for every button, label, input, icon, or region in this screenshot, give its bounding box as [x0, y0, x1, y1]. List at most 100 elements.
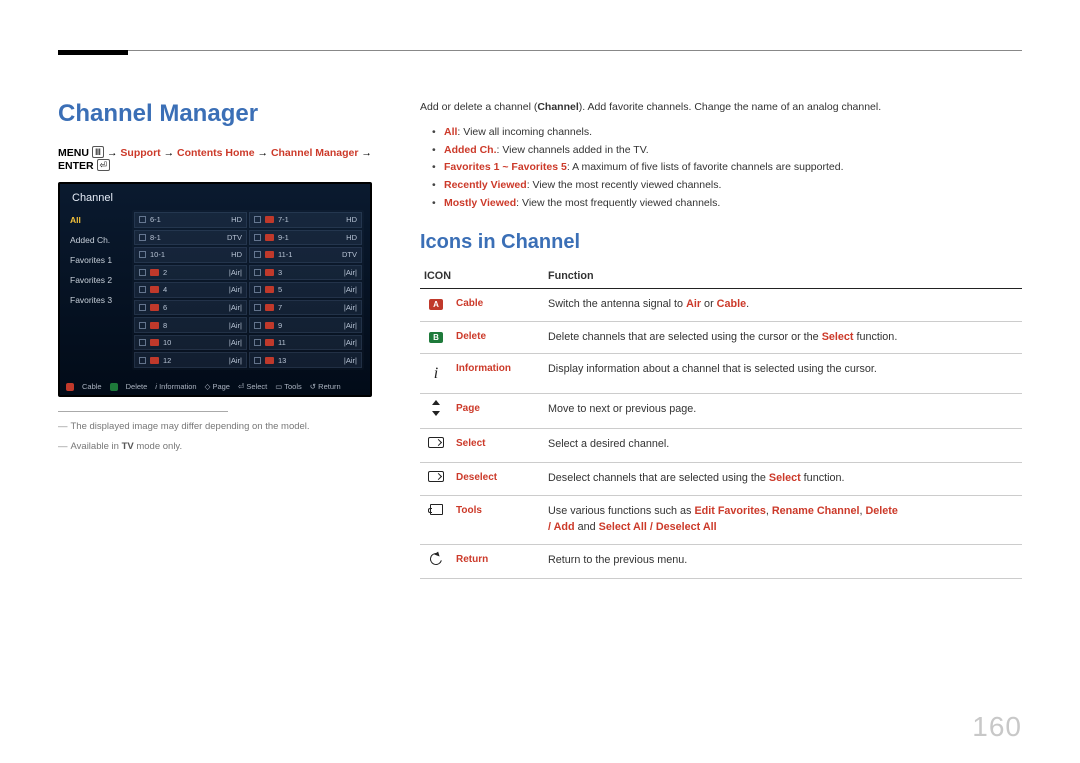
row-label: Select — [452, 429, 544, 463]
tv-header: Channel — [66, 190, 364, 210]
tv-channel-cell: 9-1HD — [249, 230, 362, 246]
subheading: Icons in Channel — [420, 231, 1022, 254]
table-row: A Cable Switch the antenna signal to Air… — [420, 288, 1022, 321]
footer-return: ↺ Return — [310, 382, 341, 391]
menu-icon: Ⅲ — [92, 146, 104, 158]
row-label: Tools — [452, 496, 544, 544]
row-label: Information — [452, 354, 544, 394]
table-row: Tools Use various functions such as Edit… — [420, 496, 1022, 544]
row-desc: Display information about a channel that… — [544, 354, 1022, 394]
page-icon — [420, 394, 452, 429]
tv-channel-cell: 12|Air| — [134, 352, 247, 368]
tv-channel-cell: 4|Air| — [134, 282, 247, 298]
row-label: Page — [452, 394, 544, 429]
arrow: → — [361, 147, 372, 159]
tv-side-fav3: Favorites 3 — [66, 290, 126, 310]
footer-cable: Cable — [82, 382, 102, 391]
tv-side-added: Added Ch. — [66, 230, 126, 250]
row-desc: Use various functions such as Edit Favor… — [544, 496, 1022, 544]
row-label: Return — [452, 544, 544, 579]
bullet-item: All: View all incoming channels. — [432, 124, 1022, 142]
footer-page: ◇ Page — [205, 382, 230, 391]
b-button-icon: B — [420, 321, 452, 354]
bullet-item: Added Ch.: View channels added in the TV… — [432, 142, 1022, 160]
tv-channel-cell: 6|Air| — [134, 300, 247, 316]
intro-text: Add or delete a channel (Channel). Add f… — [420, 100, 1022, 116]
row-desc: Delete channels that are selected using … — [544, 321, 1022, 354]
bullet-item: Recently Viewed: View the most recently … — [432, 177, 1022, 195]
tv-channel-cell: 11|Air| — [249, 335, 362, 351]
menu-label: MENU — [58, 147, 89, 159]
tv-channel-cell: 11-1DTV — [249, 247, 362, 263]
enter-label: ENTER — [58, 160, 94, 172]
tv-channel-cell: 2|Air| — [134, 265, 247, 281]
row-label: Cable — [452, 288, 544, 321]
tv-channel-cell: 7|Air| — [249, 300, 362, 316]
bc-channel-manager: Channel Manager — [271, 147, 359, 159]
bullet-item: Mostly Viewed: View the most frequently … — [432, 195, 1022, 213]
deselect-icon — [420, 462, 452, 496]
row-label: Deselect — [452, 462, 544, 496]
arrow: → — [164, 147, 175, 159]
footnote-2: ―Available in TV mode only. — [58, 440, 378, 454]
a-icon — [66, 383, 74, 391]
a-button-icon: A — [420, 288, 452, 321]
tv-channel-grid: 6-1HD7-1HD8-1DTV9-1HD10-1HD11-1DTV2|Air|… — [132, 210, 364, 370]
tv-channel-cell: 8|Air| — [134, 317, 247, 333]
enter-icon: ⏎ — [97, 159, 111, 171]
table-row: Deselect Deselect channels that are sele… — [420, 462, 1022, 496]
table-row: i Information Display information about … — [420, 354, 1022, 394]
b-icon — [110, 383, 118, 391]
footer-info: i Information — [155, 382, 196, 391]
th-icon: ICON — [420, 264, 544, 289]
table-row: Return Return to the previous menu. — [420, 544, 1022, 579]
bc-contents-home: Contents Home — [177, 147, 255, 159]
section-tab — [58, 50, 128, 55]
tv-channel-cell: 6-1HD — [134, 212, 247, 228]
tv-sidebar: All Added Ch. Favorites 1 Favorites 2 Fa… — [66, 210, 126, 370]
table-row: B Delete Delete channels that are select… — [420, 321, 1022, 354]
row-desc: Switch the antenna signal to Air or Cabl… — [544, 288, 1022, 321]
footer-select: ⏎ Select — [238, 382, 267, 391]
breadcrumb: MENU Ⅲ → Support → Contents Home → Chann… — [58, 146, 378, 172]
bullet-item: Favorites 1 ~ Favorites 5: A maximum of … — [432, 159, 1022, 177]
tv-channel-cell: 7-1HD — [249, 212, 362, 228]
footer-delete: Delete — [126, 382, 148, 391]
tools-icon — [420, 496, 452, 544]
tv-channel-cell: 8-1DTV — [134, 230, 247, 246]
icons-table: ICON Function A Cable Switch the antenna… — [420, 264, 1022, 579]
arrow: → — [258, 147, 269, 159]
row-desc: Select a desired channel. — [544, 429, 1022, 463]
bc-support: Support — [120, 147, 160, 159]
tv-channel-cell: 5|Air| — [249, 282, 362, 298]
tv-footer: Cable Delete i Information ◇ Page ⏎ Sele… — [66, 382, 364, 391]
tv-channel-cell: 10-1HD — [134, 247, 247, 263]
row-desc: Deselect channels that are selected usin… — [544, 462, 1022, 496]
table-header-row: ICON Function — [420, 264, 1022, 289]
table-row: Page Move to next or previous page. — [420, 394, 1022, 429]
tv-channel-cell: 13|Air| — [249, 352, 362, 368]
tv-side-all: All — [66, 210, 126, 230]
bullet-list: All: View all incoming channels.Added Ch… — [432, 124, 1022, 213]
arrow: → — [107, 147, 118, 159]
tv-side-fav2: Favorites 2 — [66, 270, 126, 290]
footnote-1: ―The displayed image may differ dependin… — [58, 420, 378, 434]
tv-channel-cell: 3|Air| — [249, 265, 362, 281]
row-desc: Move to next or previous page. — [544, 394, 1022, 429]
top-rule — [58, 50, 1022, 51]
footnote-rule — [58, 411, 228, 412]
row-label: Delete — [452, 321, 544, 354]
table-row: Select Select a desired channel. — [420, 429, 1022, 463]
row-desc: Return to the previous menu. — [544, 544, 1022, 579]
select-icon — [420, 429, 452, 463]
tv-channel-cell: 9|Air| — [249, 317, 362, 333]
tv-screenshot: Channel All Added Ch. Favorites 1 Favori… — [58, 182, 372, 397]
return-icon — [420, 544, 452, 579]
page-title: Channel Manager — [58, 100, 378, 128]
info-icon: i — [420, 354, 452, 394]
page-number: 160 — [972, 711, 1022, 743]
tv-side-fav1: Favorites 1 — [66, 250, 126, 270]
th-function: Function — [544, 264, 1022, 289]
tv-channel-cell: 10|Air| — [134, 335, 247, 351]
footer-tools: ▭ Tools — [275, 382, 302, 391]
